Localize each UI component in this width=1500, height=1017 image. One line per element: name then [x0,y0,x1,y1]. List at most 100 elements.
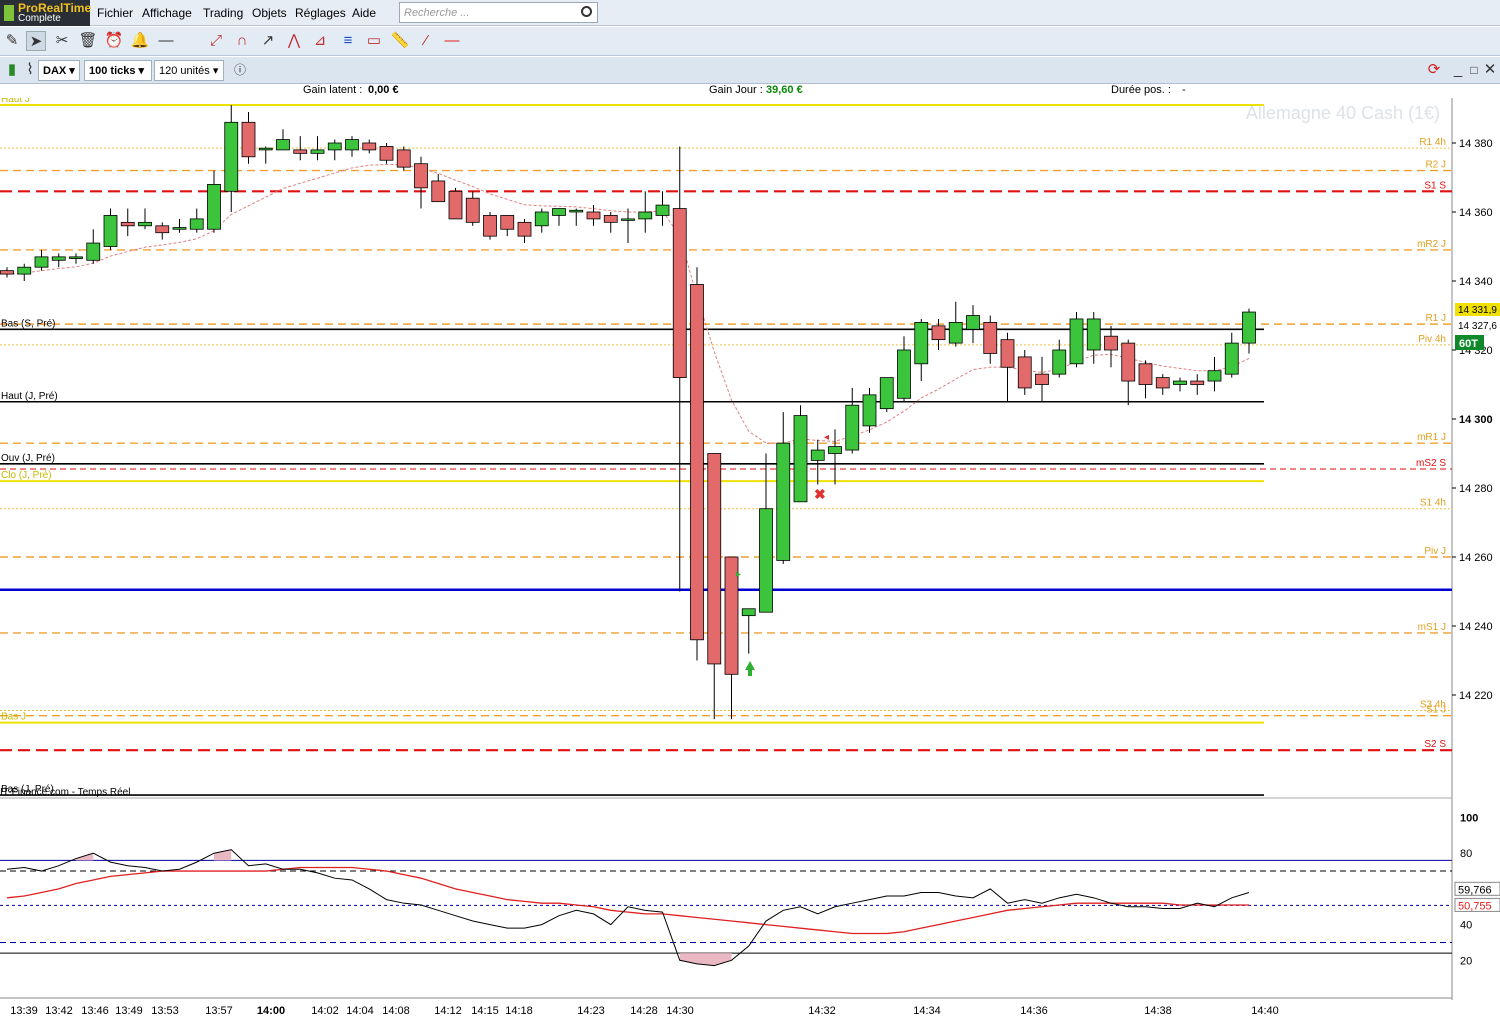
candle-body-55 [948,321,963,344]
candlestick-icon[interactable]: ▮ [2,60,22,80]
menu-objets[interactable]: Objets [252,6,287,20]
units-select[interactable]: 120 unités ▾ [154,60,224,81]
candle-body-26 [448,190,463,220]
candle-body-64 [1104,335,1118,351]
candle-body-47 [810,449,825,461]
trend-line-icon[interactable]: ⤢ [206,31,226,51]
candle-body-61 [1052,349,1067,375]
candle-body-59 [1017,356,1032,389]
tools-icon[interactable]: ✂ [52,31,72,51]
candle-body-17 [293,149,308,154]
menu-reglages[interactable]: Réglages [295,6,346,20]
time-tick-label: 13:39 [10,1005,38,1017]
horizontal-line-icon[interactable]: — [156,31,176,51]
candle-body-8 [138,221,152,227]
osc-tick-label: 40 [1460,920,1472,932]
candle-body-53 [914,321,929,365]
symbol-select[interactable]: DAX ▾ [38,60,80,81]
zigzag-icon[interactable]: ⋀ [284,31,304,51]
time-tick-label: 13:57 [205,1005,233,1017]
candle-body-29 [500,215,515,230]
chart-toolbar: ▮ ⌇ DAX ▾ 100 ticks ▾ 120 unités ▾ ⓘ ⟳ _… [0,57,1500,84]
candle-body-68 [1173,380,1187,385]
entry-marker-icon: ▸ [736,569,741,580]
candle-body-56 [966,315,980,330]
price-chart[interactable]: Haut J R1 4h R2 J S1 S mR2 J R1 J Bas (S, Pré)… [0,98,1500,1017]
level-label-1: R1 4h [1419,137,1446,148]
price-tick-label: 14 300 [1459,414,1493,426]
trash-icon[interactable]: 🗑 [78,31,98,51]
price-tag-second: 14 327,6 [1458,321,1497,332]
level-label-14: Piv J [1424,546,1446,557]
gain-latent-value: 0,00 € [368,84,399,96]
candle-body-18 [310,149,325,154]
menu-aide[interactable]: Aide [352,6,376,20]
red-line-icon[interactable]: — [442,31,462,51]
search-icon[interactable] [581,6,592,17]
level-label-6: Bas (S, Pré) [1,318,55,329]
candle-body-67 [1155,377,1170,389]
candle-body-51 [879,377,894,410]
candle-body-20 [345,139,359,151]
level-label-13: S1 4h [1420,498,1446,509]
drawing-toolbar: ✎ ➤ ✂ 🗑 ⏰ 🔔 — ⤢ ∩ ↗ ⋀ ⊿ ≡ ▭ 📏 ⁄ — [0,27,1500,56]
osc-shade-oversold [679,953,732,966]
candle-body-72 [1242,311,1256,344]
bell-icon[interactable]: 🔔 [130,31,150,51]
arrow-line-icon[interactable]: ↗ [258,31,278,51]
close-icon[interactable]: ✕ [1480,60,1500,80]
units-value: 120 unités [159,65,210,77]
alarm-clock-icon[interactable]: ⏰ [104,31,124,51]
candle-body-9 [155,225,170,234]
time-tick-label: 13:53 [151,1005,179,1017]
level-label-9: mR1 J [1417,432,1446,443]
period-select[interactable]: 100 ticks ▾ [84,60,152,81]
candle-body-66 [1138,363,1153,385]
time-tick-label: 14:38 [1144,1005,1172,1017]
candle-body-33 [569,209,584,213]
candle-body-0 [0,270,14,275]
search-placeholder: Recherche ... [404,7,470,19]
magnet-icon[interactable]: ∩ [232,31,252,51]
candle-body-60 [1035,373,1049,385]
candle-body-62 [1069,318,1084,365]
candle-body-36 [621,218,635,221]
candle-body-16 [276,139,290,151]
fibonacci-retracement-icon[interactable]: ≡ [338,31,358,51]
candle-body-46 [793,415,808,503]
candle-body-13 [224,121,239,192]
pencil-icon[interactable]: ✎ [2,31,22,51]
menu-trading[interactable]: Trading [203,6,243,20]
time-tick-label: 14:00 [256,1005,286,1017]
time-tick-label: 14:28 [630,1005,658,1017]
fibonacci-icon[interactable]: ⊿ [310,31,330,51]
line-tool-icon[interactable]: ⁄ [416,31,436,51]
search-input[interactable]: Recherche ... [399,2,598,23]
ruler-icon[interactable]: 📏 [390,31,410,51]
level-label-16: mS1 J [1418,622,1446,633]
cursor-icon[interactable]: ➤ [26,31,46,51]
menu-affichage[interactable]: Affichage [142,6,192,20]
menu-fichier[interactable]: Fichier [97,6,133,20]
rectangle-icon[interactable]: ▭ [364,31,384,51]
logo-mark-icon [4,5,14,21]
time-tick-label: 14:34 [913,1005,941,1017]
refresh-icon[interactable]: ⟳ [1424,60,1444,80]
time-tick-label: 14:08 [382,1005,410,1017]
level-label-8: Haut (J, Pré) [1,391,58,402]
candle-body-35 [603,215,618,223]
candle-body-10 [172,227,187,230]
level-label-7: Piv 4h [1418,334,1446,345]
level-label-5: R1 J [1425,313,1446,324]
info-icon[interactable]: ⓘ [230,60,250,80]
candle-body-32 [552,208,566,216]
link-icon[interactable]: ⌇ [20,60,40,80]
exit-marker-icon: ◂ [824,432,829,443]
candle-body-40 [690,284,704,641]
candle-body-28 [483,215,497,237]
candles [0,105,1256,720]
candle-body-39 [672,208,687,379]
level-label-18: S1 J [1426,705,1446,716]
candle-body-27 [465,197,480,223]
time-tick-label: 14:40 [1251,1005,1279,1017]
